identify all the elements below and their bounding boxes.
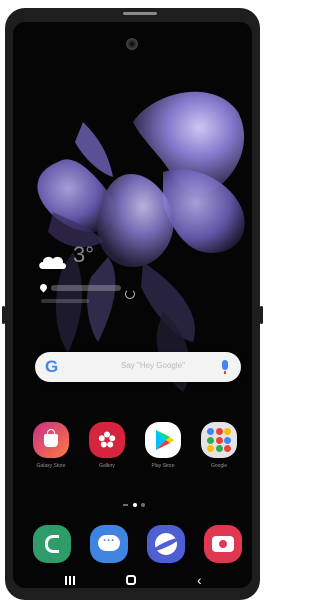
navigation-bar: ‹ <box>13 570 252 588</box>
temperature-text: 3° <box>73 242 95 267</box>
dock-camera-app[interactable] <box>204 525 242 563</box>
phone-icon <box>45 535 59 553</box>
galaxy-store-icon <box>33 422 69 458</box>
search-placeholder: Say "Hey Google" <box>121 361 185 370</box>
google-search-bar[interactable]: G Say "Hey Google" <box>35 352 241 382</box>
phone-device: 3° G Say "Hey Google" Galaxy Store Galle… <box>2 8 263 600</box>
internet-icon <box>155 533 177 555</box>
cloud-icon <box>39 256 66 269</box>
dock-internet-app[interactable] <box>147 525 185 563</box>
home-screen: 3° G Say "Hey Google" Galaxy Store Galle… <box>13 22 252 588</box>
messages-icon <box>98 532 120 551</box>
app-play-store[interactable]: Play Store <box>141 422 185 469</box>
play-triangle-glyph <box>156 430 174 450</box>
google-logo-icon: G <box>45 357 59 376</box>
updated-time-text <box>41 299 89 303</box>
back-button[interactable]: ‹ <box>197 573 202 587</box>
app-label: Galaxy Store <box>36 463 66 469</box>
dock-messages-app[interactable] <box>90 525 128 563</box>
location-text <box>51 285 121 291</box>
dock-phone-app[interactable] <box>33 525 71 563</box>
app-google-folder[interactable]: Google <box>197 422 241 469</box>
microphone-icon[interactable] <box>222 360 228 374</box>
app-galaxy-store[interactable]: Galaxy Store <box>29 422 73 469</box>
side-button-left <box>2 306 5 324</box>
refresh-icon[interactable] <box>125 289 135 299</box>
app-label: Play Store <box>151 463 175 469</box>
home-button[interactable] <box>126 575 136 585</box>
play-store-icon <box>145 422 181 458</box>
folder-app-grid <box>207 428 231 452</box>
page-dot-active <box>133 503 137 507</box>
camera-icon <box>212 536 234 552</box>
recents-button[interactable] <box>65 576 75 585</box>
page-dot <box>141 503 145 507</box>
front-camera <box>126 38 138 50</box>
gallery-icon <box>89 422 125 458</box>
app-label: Gallery <box>99 463 115 469</box>
home-page-indicator <box>123 504 128 506</box>
flower-glyph <box>98 431 116 448</box>
app-label: Google <box>210 463 228 469</box>
shopping-bag-glyph <box>44 429 58 447</box>
google-folder-icon <box>201 422 237 458</box>
app-gallery[interactable]: Gallery <box>85 422 129 469</box>
side-button-right <box>260 306 263 324</box>
hinge-indicator <box>123 12 157 15</box>
